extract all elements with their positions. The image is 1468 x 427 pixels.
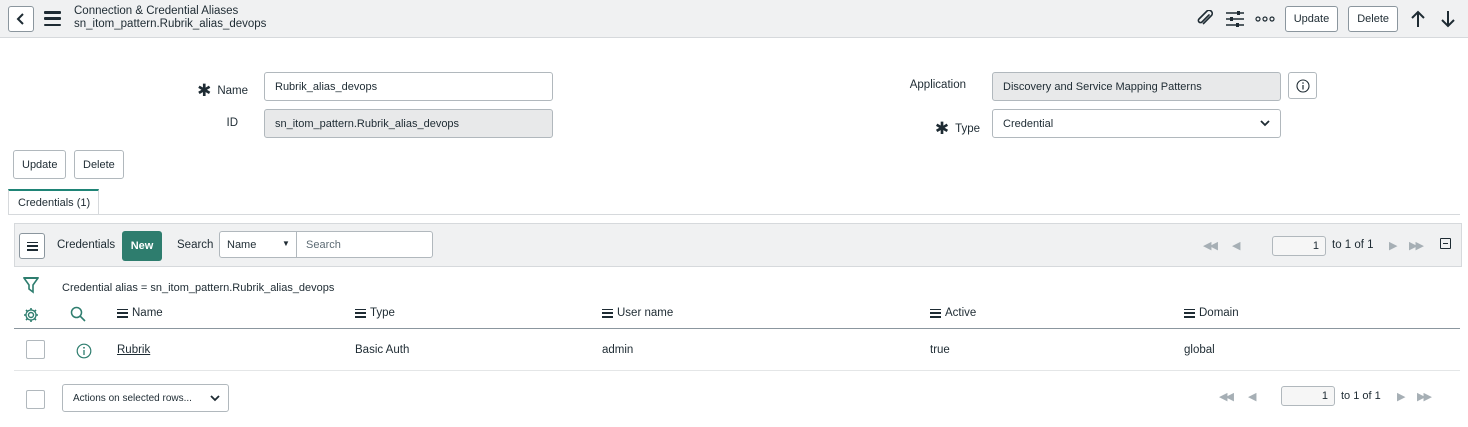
column-header-domain[interactable]: Domain xyxy=(1184,307,1239,319)
row-checkbox[interactable] xyxy=(26,340,45,359)
column-header-name[interactable]: Name xyxy=(117,307,163,319)
prev-page-icon[interactable]: ◀ xyxy=(1232,239,1241,252)
info-icon xyxy=(1295,78,1310,93)
column-menu-icon xyxy=(930,308,941,318)
name-label: ✱ Name xyxy=(197,81,248,100)
header-delete-button[interactable]: Delete xyxy=(1348,6,1398,32)
row-user-name: admin xyxy=(602,344,634,356)
header-title-block: Connection & Credential Aliases sn_itom_… xyxy=(74,5,266,31)
page-input[interactable]: 1 xyxy=(1272,236,1326,256)
list-menu-button[interactable] xyxy=(19,233,45,259)
more-icon[interactable] xyxy=(1255,9,1275,29)
column-menu-icon xyxy=(602,308,613,318)
back-button[interactable] xyxy=(8,6,34,32)
tab-credentials[interactable]: Credentials (1) xyxy=(8,189,99,215)
last-page-icon[interactable]: ▶▶ xyxy=(1409,239,1424,252)
hamburger-icon xyxy=(26,241,38,251)
list-title: Credentials xyxy=(57,239,116,251)
page-input-value: 1 xyxy=(1312,240,1319,252)
column-header-domain-label: Domain xyxy=(1199,307,1239,319)
column-menu-icon xyxy=(117,308,128,318)
filter-icon[interactable] xyxy=(23,276,39,294)
gear-icon[interactable] xyxy=(23,307,39,323)
header-actions: Update Delete xyxy=(1195,5,1458,33)
header-update-button[interactable]: Update xyxy=(1284,6,1339,32)
arrow-up-icon[interactable] xyxy=(1408,9,1428,29)
footer-page-input[interactable]: 1 xyxy=(1281,386,1335,406)
application-label: Application xyxy=(909,79,966,91)
actions-select[interactable]: Actions on selected rows... xyxy=(62,384,229,412)
next-page-icon[interactable]: ▶ xyxy=(1389,239,1398,252)
name-field-value: Rubrik_alias_devops xyxy=(275,80,378,93)
application-info-button[interactable] xyxy=(1288,72,1317,99)
column-header-name-label: Name xyxy=(132,307,163,319)
back-arrow-icon xyxy=(16,13,24,25)
search-field-select[interactable]: Name ▼ xyxy=(219,231,297,258)
column-header-type-label: Type xyxy=(370,307,395,319)
required-icon: ✱ xyxy=(934,119,950,138)
actions-select-value: Actions on selected rows... xyxy=(73,392,192,404)
chevron-down-icon xyxy=(1260,120,1270,127)
info-icon[interactable] xyxy=(76,343,92,359)
form-delete-button[interactable]: Delete xyxy=(74,150,124,179)
page-total: to 1 of 1 xyxy=(1332,239,1374,251)
type-label: ✱ Type xyxy=(934,119,980,138)
search-field-value: Name xyxy=(227,238,257,251)
column-header-user-name[interactable]: User name xyxy=(602,307,673,319)
required-icon: ✱ xyxy=(197,81,212,100)
arrow-down-icon[interactable] xyxy=(1438,9,1458,29)
application-field-value: Discovery and Service Mapping Patterns xyxy=(1003,80,1202,93)
tab-divider xyxy=(8,214,1460,215)
form-update-button[interactable]: Update xyxy=(13,150,67,179)
caret-down-icon: ▼ xyxy=(282,239,290,248)
chevron-down-icon xyxy=(210,394,220,401)
row-domain: global xyxy=(1184,344,1215,356)
type-select[interactable]: Credential xyxy=(992,109,1281,138)
id-field-value: sn_itom_pattern.Rubrik_alias_devops xyxy=(275,117,460,130)
hamburger-icon[interactable] xyxy=(44,11,61,26)
select-all-checkbox[interactable] xyxy=(26,390,45,409)
id-label: ID xyxy=(226,117,239,129)
last-page-icon[interactable]: ▶▶ xyxy=(1417,390,1432,403)
prev-page-icon[interactable]: ◀ xyxy=(1248,390,1257,403)
column-menu-icon xyxy=(1184,308,1195,318)
search-placeholder: Search xyxy=(306,238,341,251)
id-field: sn_itom_pattern.Rubrik_alias_devops xyxy=(264,109,553,138)
column-header-active[interactable]: Active xyxy=(930,307,976,319)
name-field[interactable]: Rubrik_alias_devops xyxy=(264,72,553,101)
first-page-icon[interactable]: ◀◀ xyxy=(1219,390,1234,403)
paperclip-icon[interactable] xyxy=(1195,9,1215,29)
column-header-user-name-label: User name xyxy=(617,307,674,319)
search-input[interactable]: Search xyxy=(296,231,433,258)
search-icon[interactable] xyxy=(70,306,86,322)
row-type: Basic Auth xyxy=(355,344,410,356)
row-name-link[interactable]: Rubrik xyxy=(117,344,150,356)
list-toolbar: Credentials New Search Name ▼ Search ◀◀ … xyxy=(14,223,1462,267)
first-page-icon[interactable]: ◀◀ xyxy=(1203,239,1218,252)
filter-breadcrumb[interactable]: Credential alias = sn_itom_pattern.Rubri… xyxy=(62,282,334,294)
sliders-icon[interactable] xyxy=(1225,9,1245,29)
form-header: Connection & Credential Aliases sn_itom_… xyxy=(0,0,1468,38)
column-menu-icon xyxy=(355,308,366,318)
footer-page-input-value: 1 xyxy=(1321,390,1328,402)
collapse-icon[interactable] xyxy=(1440,238,1451,249)
search-label: Search xyxy=(177,239,214,251)
header-title: Connection & Credential Aliases xyxy=(74,5,239,17)
footer-page-total: to 1 of 1 xyxy=(1341,390,1381,402)
next-page-icon[interactable]: ▶ xyxy=(1397,390,1406,403)
column-header-active-label: Active xyxy=(945,307,977,319)
type-select-value: Credential xyxy=(1003,117,1054,130)
column-header-type[interactable]: Type xyxy=(355,307,395,319)
table-row xyxy=(14,329,1460,371)
new-button[interactable]: New xyxy=(122,231,162,261)
header-subtitle: sn_itom_pattern.Rubrik_alias_devops xyxy=(74,18,267,30)
row-active: true xyxy=(930,344,950,356)
application-field: Discovery and Service Mapping Patterns xyxy=(992,72,1281,101)
